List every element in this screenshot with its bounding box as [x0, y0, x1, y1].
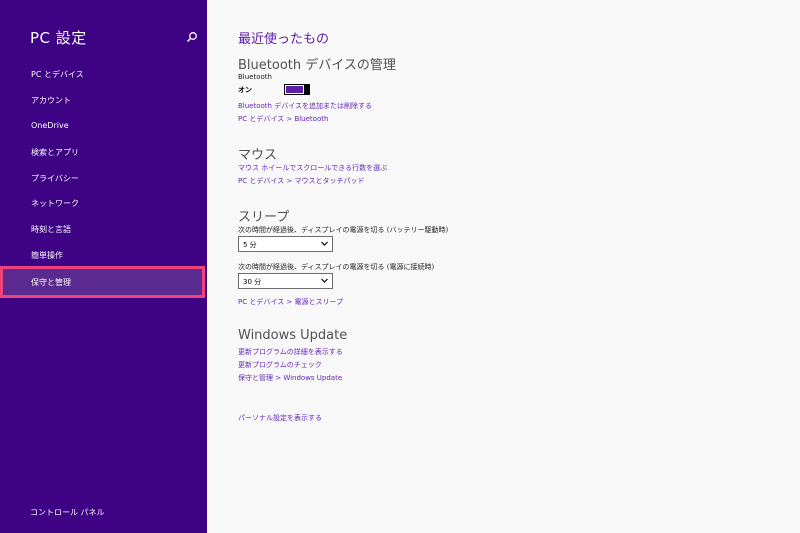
- sleep-heading: スリープ: [238, 210, 290, 225]
- personalization-link[interactable]: パーソナル設定を表示する: [238, 413, 322, 423]
- search-icon[interactable]: [186, 31, 198, 43]
- sidebar-item-time-language[interactable]: 時刻と言語: [0, 217, 207, 241]
- sidebar-item-label: アカウント: [31, 96, 71, 105]
- sidebar-item-onedrive[interactable]: OneDrive: [0, 114, 207, 138]
- select-value: 30 分: [243, 278, 262, 286]
- sleep-battery-label: 次の時間が経過後、ディスプレイの電源を切る (バッテリー駆動時): [238, 226, 449, 234]
- sidebar-item-update-recovery[interactable]: 保守と管理: [0, 266, 205, 298]
- windows-update-heading: Windows Update: [238, 328, 348, 343]
- sidebar-item-privacy[interactable]: プライバシー: [0, 166, 207, 190]
- sidebar-item-network[interactable]: ネットワーク: [0, 191, 207, 215]
- sidebar-item-label: 保守と管理: [31, 278, 71, 287]
- sidebar-item-label: OneDrive: [31, 121, 69, 130]
- sidebar-item-search-apps[interactable]: 検索とアプリ: [0, 140, 207, 164]
- windows-update-path-link[interactable]: 保守と管理 > Windows Update: [238, 373, 342, 383]
- bluetooth-label: Bluetooth: [238, 73, 272, 81]
- sidebar-item-label: 時刻と言語: [31, 225, 71, 234]
- sleep-plugged-label: 次の時間が経過後、ディスプレイの電源を切る (電源に接続時): [238, 263, 435, 271]
- sleep-plugged-select[interactable]: 30 分: [238, 273, 333, 289]
- mouse-heading: マウス: [238, 148, 278, 163]
- mouse-path-link[interactable]: PC とデバイス > マウスとタッチパッド: [238, 176, 364, 186]
- sidebar-item-label: 簡単操作: [31, 251, 63, 260]
- mouse-scroll-link[interactable]: マウス ホイールでスクロールできる行数を選ぶ: [238, 163, 387, 173]
- update-details-link[interactable]: 更新プログラムの詳細を表示する: [238, 347, 343, 357]
- select-value: 5 分: [243, 241, 257, 249]
- update-check-link[interactable]: 更新プログラムのチェック: [238, 360, 322, 370]
- page-title: 最近使ったもの: [238, 32, 330, 47]
- bluetooth-path-link[interactable]: PC とデバイス > Bluetooth: [238, 114, 328, 124]
- bluetooth-add-link[interactable]: Bluetooth デバイスを追加または削除する: [238, 101, 372, 111]
- sidebar-item-ease-of-access[interactable]: 簡単操作: [0, 243, 207, 267]
- sidebar-item-pc-devices[interactable]: PC とデバイス: [0, 62, 207, 86]
- sidebar-item-label: プライバシー: [31, 174, 79, 183]
- bluetooth-toggle[interactable]: [284, 84, 310, 95]
- sidebar-item-label: PC とデバイス: [31, 70, 84, 79]
- toggle-thumb: [304, 84, 309, 95]
- control-panel-link[interactable]: コントロール パネル: [30, 507, 105, 518]
- sleep-path-link[interactable]: PC とデバイス > 電源とスリープ: [238, 297, 343, 307]
- toggle-fill: [286, 86, 303, 93]
- main-content: 最近使ったもの Bluetooth デバイスの管理 Bluetooth オン B…: [207, 0, 800, 533]
- sleep-battery-select[interactable]: 5 分: [238, 236, 333, 252]
- chevron-down-icon: [321, 241, 328, 246]
- chevron-down-icon: [321, 278, 328, 283]
- sidebar-item-label: ネットワーク: [31, 199, 79, 208]
- bluetooth-state: オン: [238, 86, 252, 94]
- sidebar-item-accounts[interactable]: アカウント: [0, 88, 207, 112]
- sidebar: PC 設定 PC とデバイス アカウント OneDrive 検索とアプリ プライ…: [0, 0, 207, 533]
- app-title: PC 設定: [30, 29, 87, 47]
- bluetooth-heading: Bluetooth デバイスの管理: [238, 58, 396, 73]
- sidebar-item-label: 検索とアプリ: [31, 148, 79, 157]
